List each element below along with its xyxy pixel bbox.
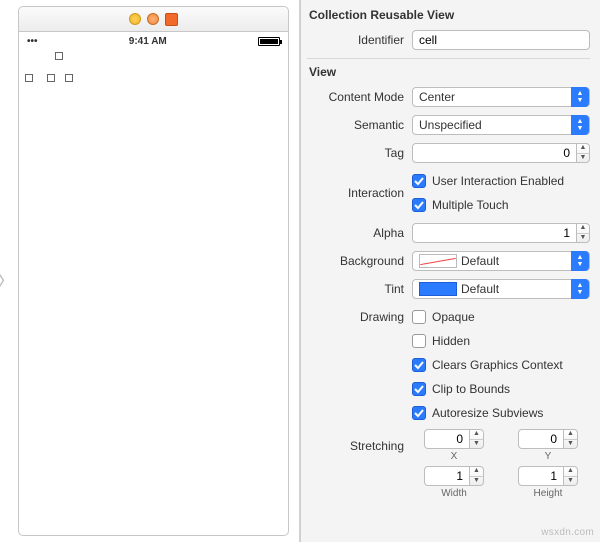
- interaction-label: Interaction: [307, 186, 412, 200]
- user-interaction-label: User Interaction Enabled: [432, 174, 564, 188]
- resize-handle[interactable]: [55, 52, 63, 60]
- battery-icon: [258, 37, 280, 46]
- alpha-stepper[interactable]: ▲▼: [577, 223, 590, 243]
- autoresize-checkbox[interactable]: [412, 406, 426, 420]
- stretch-h-sublabel: Height: [534, 488, 563, 499]
- chevron-updown-icon: ▲▼: [571, 115, 589, 135]
- content-mode-select[interactable]: Center ▲▼: [412, 87, 590, 107]
- stretch-y-input[interactable]: [518, 429, 564, 449]
- stretch-h-stepper[interactable]: ▲▼: [564, 466, 578, 486]
- identifier-input[interactable]: [412, 30, 590, 50]
- clip-label: Clip to Bounds: [432, 382, 510, 396]
- tag-label: Tag: [307, 146, 412, 160]
- chevron-updown-icon: ▲▼: [571, 251, 589, 271]
- opaque-label: Opaque: [432, 310, 475, 324]
- scene-toolbar: [18, 6, 289, 32]
- carrier-icon: •••: [27, 36, 38, 47]
- alpha-input[interactable]: [412, 223, 577, 243]
- hidden-label: Hidden: [432, 334, 470, 348]
- stretch-x-input[interactable]: [424, 429, 470, 449]
- background-label: Background: [307, 254, 412, 268]
- chevron-updown-icon: ▲▼: [571, 87, 589, 107]
- alpha-label: Alpha: [307, 226, 412, 240]
- status-bar: ••• 9:41 AM: [19, 32, 288, 50]
- resize-handle[interactable]: [25, 74, 33, 82]
- watermark: wsxdn.com: [541, 527, 594, 538]
- drawing-label: Drawing: [307, 307, 412, 324]
- stretch-x-sublabel: X: [451, 451, 458, 462]
- semantic-select[interactable]: Unspecified ▲▼: [412, 115, 590, 135]
- tag-input[interactable]: [412, 143, 577, 163]
- content-mode-label: Content Mode: [307, 90, 412, 104]
- multiple-touch-checkbox[interactable]: [412, 198, 426, 212]
- hidden-checkbox[interactable]: [412, 334, 426, 348]
- device-canvas[interactable]: ••• 9:41 AM: [18, 32, 289, 536]
- opaque-checkbox[interactable]: [412, 310, 426, 324]
- multiple-touch-label: Multiple Touch: [432, 198, 509, 212]
- color-swatch-blue-icon: [419, 282, 457, 296]
- tag-stepper[interactable]: ▲▼: [577, 143, 590, 163]
- stretch-w-input[interactable]: [424, 466, 470, 486]
- clears-checkbox[interactable]: [412, 358, 426, 372]
- stretching-label: Stretching: [307, 439, 412, 453]
- issue-indicator-icon[interactable]: [129, 13, 141, 25]
- stretch-y-sublabel: Y: [545, 451, 552, 462]
- resize-handle[interactable]: [47, 74, 55, 82]
- color-swatch-none-icon: [419, 254, 457, 268]
- section-title-reusable: Collection Reusable View: [309, 8, 590, 22]
- ib-canvas-pane: ••• 9:41 AM: [0, 0, 300, 542]
- user-interaction-checkbox[interactable]: [412, 174, 426, 188]
- section-title-view: View: [309, 65, 590, 79]
- semantic-label: Semantic: [307, 118, 412, 132]
- stretch-y-stepper[interactable]: ▲▼: [564, 429, 578, 449]
- stretch-w-stepper[interactable]: ▲▼: [470, 466, 484, 486]
- background-select[interactable]: Default ▲▼: [412, 251, 590, 271]
- stretch-x-stepper[interactable]: ▲▼: [470, 429, 484, 449]
- prev-scene-arrow[interactable]: 〉: [0, 265, 16, 294]
- clip-checkbox[interactable]: [412, 382, 426, 396]
- identifier-label: Identifier: [307, 33, 412, 47]
- autoresize-label: Autoresize Subviews: [432, 406, 543, 420]
- resize-handle[interactable]: [65, 74, 73, 82]
- attributes-inspector: Collection Reusable View Identifier View…: [300, 0, 600, 542]
- stop-icon[interactable]: [165, 13, 178, 26]
- stretch-w-sublabel: Width: [441, 488, 467, 499]
- clears-label: Clears Graphics Context: [432, 358, 563, 372]
- chevron-updown-icon: ▲▼: [571, 279, 589, 299]
- tint-select[interactable]: Default ▲▼: [412, 279, 590, 299]
- breakpoint-indicator-icon[interactable]: [147, 13, 159, 25]
- tint-label: Tint: [307, 282, 412, 296]
- divider: [307, 58, 590, 59]
- stretch-h-input[interactable]: [518, 466, 564, 486]
- statusbar-time: 9:41 AM: [38, 36, 258, 47]
